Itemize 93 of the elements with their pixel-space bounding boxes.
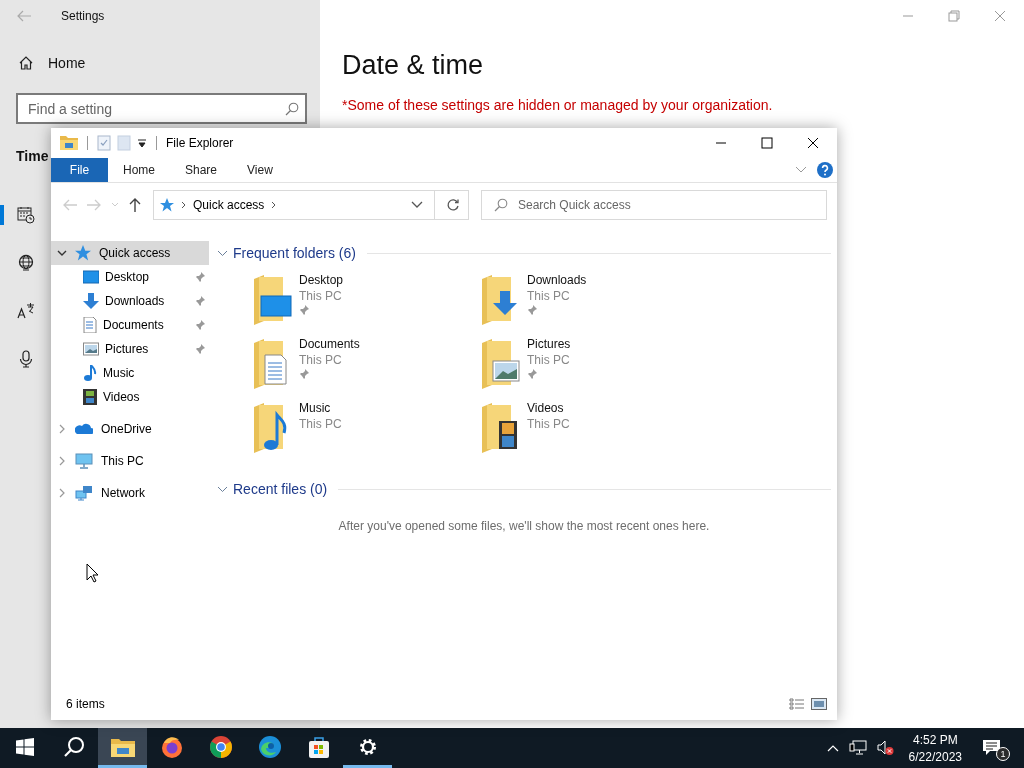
folder-name[interactable]: Documents: [299, 337, 360, 351]
edge-icon: [257, 734, 282, 759]
picture-icon: [83, 342, 99, 356]
page-heading: Date & time: [342, 50, 485, 81]
calendar-icon[interactable]: [17, 206, 35, 224]
window-title: Settings: [61, 9, 105, 23]
home-link[interactable]: Home: [48, 55, 86, 71]
search-box[interactable]: Find a setting: [16, 93, 307, 124]
chevron-right-icon[interactable]: [57, 424, 67, 434]
section-heading: Time: [16, 148, 49, 164]
ribbon-tab[interactable]: Share: [170, 158, 233, 182]
breadcrumb-item[interactable]: Quick access: [193, 198, 265, 212]
cloud-icon: [75, 423, 93, 435]
computer-icon: [75, 453, 93, 469]
tiles-view-icon[interactable]: [811, 698, 827, 710]
clock-time[interactable]: 4:52 PM: [912, 732, 958, 747]
chevron-up-icon[interactable]: [826, 744, 839, 752]
folder-name[interactable]: Downloads: [527, 273, 587, 287]
nav-tree-item[interactable]: Desktop: [51, 265, 209, 289]
group-header[interactable]: Frequent folders (6): [233, 245, 356, 261]
nav-tree-item[interactable]: Network: [51, 481, 209, 505]
nav-tree-item[interactable]: Downloads: [51, 289, 209, 313]
gear-icon: [357, 736, 378, 757]
dropdown-caret-icon[interactable]: [411, 201, 423, 209]
home-icon: [18, 55, 34, 71]
store-bag-icon: [307, 734, 330, 759]
empty-message: After you've opened some files, we'll show the most recent ones here.: [337, 519, 711, 533]
star-icon: [160, 198, 174, 212]
fox-globe-icon: [159, 734, 184, 759]
chevron-down-icon[interactable]: [217, 249, 228, 257]
search-icon: [285, 101, 299, 116]
notifications-icon[interactable]: [982, 739, 1002, 757]
folder-location: This PC: [299, 417, 342, 431]
breadcrumb-chevron-icon[interactable]: [181, 201, 186, 209]
dropdown-caret-icon[interactable]: [137, 138, 147, 148]
folder-name[interactable]: Desktop: [299, 273, 344, 287]
maximize-icon[interactable]: [761, 137, 773, 149]
film-icon: [83, 389, 97, 405]
refresh-icon[interactable]: [446, 198, 460, 212]
nav-tree-item[interactable]: Quick access: [51, 241, 209, 265]
network-icon[interactable]: [848, 740, 867, 756]
muted-speaker-icon[interactable]: [876, 740, 895, 756]
folder-icon[interactable]: [60, 135, 78, 151]
up-arrow-icon[interactable]: [129, 198, 141, 212]
breadcrumb-chevron-icon[interactable]: [271, 201, 277, 209]
folder-location: This PC: [299, 289, 342, 303]
nav-tree-item[interactable]: Music: [51, 361, 209, 385]
chevron-right-icon[interactable]: [57, 456, 67, 466]
folder-location: This PC: [527, 353, 570, 367]
chevron-down-icon[interactable]: [217, 485, 228, 493]
folder-location: This PC: [527, 417, 570, 431]
nav-tree-item[interactable]: OneDrive: [51, 417, 209, 441]
chrome-icon: [208, 734, 233, 759]
close-icon[interactable]: [807, 137, 819, 149]
nav-tree-item[interactable]: This PC: [51, 449, 209, 473]
search-icon: [494, 198, 508, 212]
folder-name[interactable]: Pictures: [527, 337, 571, 351]
help-icon[interactable]: [817, 162, 833, 178]
search-input[interactable]: Find a setting: [28, 100, 285, 117]
expand-ribbon-icon[interactable]: [795, 166, 807, 174]
document-icon: [83, 317, 97, 333]
star-icon: [75, 245, 91, 261]
mouse-cursor-icon: [86, 563, 99, 583]
windows-logo-icon: [15, 737, 34, 756]
nav-tree-item[interactable]: Documents: [51, 313, 209, 337]
folder-location: This PC: [527, 289, 570, 303]
chevron-right-icon[interactable]: [57, 488, 67, 498]
ribbon-tab[interactable]: File: [51, 158, 108, 182]
policy-notice: *Some of these settings are hidden or managed by your organization.: [342, 97, 774, 113]
notification-count-badge: 1: [996, 747, 1010, 761]
window-title: File Explorer: [166, 136, 234, 150]
folder-name[interactable]: Videos: [527, 401, 564, 415]
desktop-icon: [83, 270, 99, 284]
ribbon-tab[interactable]: Home: [108, 158, 170, 182]
clock-date[interactable]: 6/22/2023: [908, 749, 962, 764]
microphone-icon[interactable]: [17, 350, 35, 368]
folder-icon: [110, 736, 135, 757]
download-arrow-icon: [83, 293, 99, 309]
taskbar-explorer-button[interactable]: [98, 728, 147, 768]
search-icon: [62, 735, 85, 758]
item-count: 6 items: [66, 697, 105, 711]
network-icon: [75, 485, 93, 501]
nav-tree-item[interactable]: Pictures: [51, 337, 209, 361]
folder-location: This PC: [299, 353, 342, 367]
nav-tree-item[interactable]: Videos: [51, 385, 209, 409]
music-note-icon: [83, 365, 97, 381]
details-view-icon[interactable]: [789, 698, 805, 710]
globe-icon[interactable]: [17, 254, 35, 272]
group-header[interactable]: Recent files (0): [233, 481, 328, 497]
folder-name[interactable]: Music: [299, 401, 331, 415]
chevron-down-icon[interactable]: [57, 248, 67, 258]
language-icon[interactable]: [17, 302, 35, 320]
ribbon-tab[interactable]: View: [232, 158, 288, 182]
